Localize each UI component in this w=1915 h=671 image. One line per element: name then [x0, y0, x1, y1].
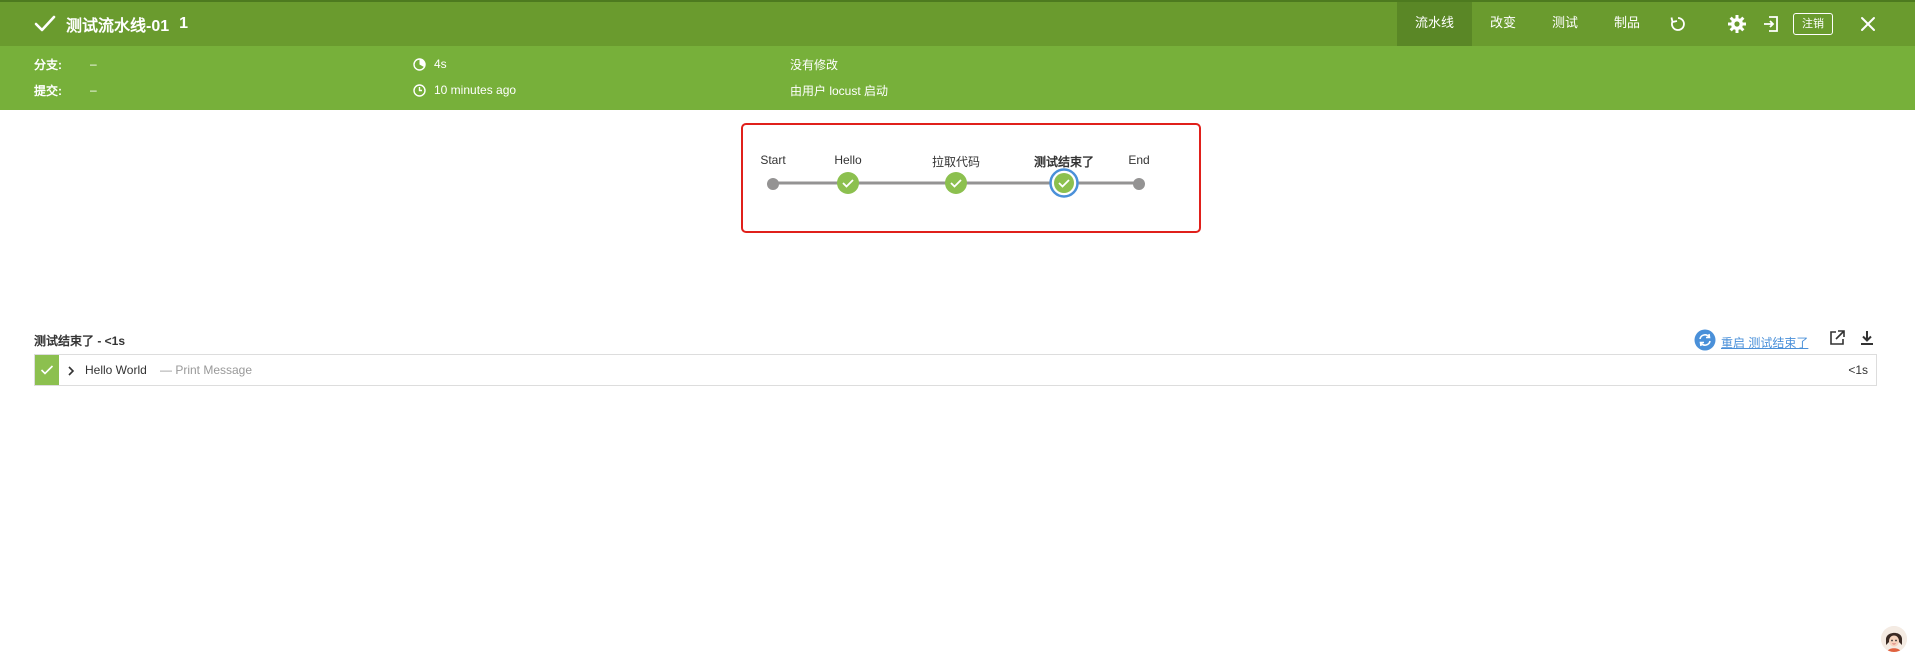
- commit-info: 提交: –: [34, 82, 97, 98]
- restart-icon[interactable]: [1694, 329, 1716, 356]
- user-avatar[interactable]: [1881, 626, 1907, 652]
- branch-label: 分支:: [34, 57, 62, 72]
- branch-info: 分支: –: [34, 56, 97, 72]
- open-external-icon[interactable]: [1826, 327, 1848, 349]
- step-success-icon: [35, 355, 59, 385]
- stage-label-checkout: 拉取代码: [931, 155, 981, 169]
- close-icon[interactable]: [1857, 13, 1879, 35]
- stage-label-start: Start: [760, 153, 786, 167]
- restart-stage-link[interactable]: 重启 测试结束了: [1721, 334, 1808, 351]
- branch-value: –: [90, 57, 97, 71]
- stage-detail-title: 测试结束了 - <1s: [34, 334, 126, 348]
- commit-value: –: [90, 83, 97, 97]
- commit-label: 提交:: [34, 83, 62, 98]
- stage-label-hello: Hello: [834, 153, 862, 167]
- tab-changes[interactable]: 改变: [1472, 2, 1534, 46]
- stage-node-end: [1133, 177, 1145, 195]
- pipeline-name: 测试流水线-01: [66, 18, 170, 35]
- step-duration: <1s: [1848, 363, 1868, 377]
- time-info: 10 minutes ago: [413, 82, 516, 98]
- step-row[interactable]: Hello World — Print Message <1s: [34, 354, 1877, 386]
- run-number: 1: [179, 15, 189, 32]
- pipeline-graph: Start Hello 拉取代码 测试结束了 End: [741, 123, 1201, 233]
- stage-node-start: [767, 177, 779, 195]
- stopwatch-icon: [413, 57, 427, 71]
- restart-stage-button[interactable]: 重启 测试结束了: [1694, 329, 1808, 356]
- stage-node-hello[interactable]: [837, 172, 859, 199]
- download-icon[interactable]: [1856, 327, 1878, 349]
- run-title: 测试流水线-01 1: [34, 2, 188, 46]
- replay-icon[interactable]: [1667, 13, 1689, 35]
- tab-artifacts[interactable]: 制品: [1596, 2, 1658, 46]
- success-check-icon: [34, 15, 56, 33]
- changes-info: 没有修改: [790, 57, 839, 72]
- step-description: — Print Message: [160, 363, 253, 377]
- logout-button[interactable]: 注销: [1793, 13, 1833, 35]
- tab-tests[interactable]: 测试: [1534, 2, 1596, 46]
- started-by-info: 由用户 locust 启动: [790, 83, 889, 98]
- nav-tabs: 流水线 改变 测试 制品: [1397, 2, 1658, 46]
- clock-icon: [413, 83, 427, 97]
- duration-info: 4s: [413, 56, 447, 72]
- exit-icon[interactable]: [1760, 13, 1782, 35]
- stage-node-test-done[interactable]: [1049, 168, 1079, 203]
- chevron-right-icon[interactable]: [65, 364, 77, 376]
- top-header: 测试流水线-01 1 流水线 改变 测试 制品 注销: [0, 0, 1915, 46]
- tab-pipeline[interactable]: 流水线: [1397, 2, 1473, 46]
- time-ago-value: 10 minutes ago: [434, 83, 517, 97]
- stage-node-checkout[interactable]: [945, 172, 967, 199]
- step-name: Hello World: [85, 363, 147, 377]
- run-info-bar: 分支: – 提交: – 4s 10 minutes ago 没有修改 由用户 l…: [0, 46, 1915, 110]
- gear-icon[interactable]: [1726, 13, 1748, 35]
- duration-value: 4s: [434, 57, 447, 71]
- stage-label-end: End: [1128, 153, 1150, 167]
- pipeline-connectors: [773, 181, 1144, 185]
